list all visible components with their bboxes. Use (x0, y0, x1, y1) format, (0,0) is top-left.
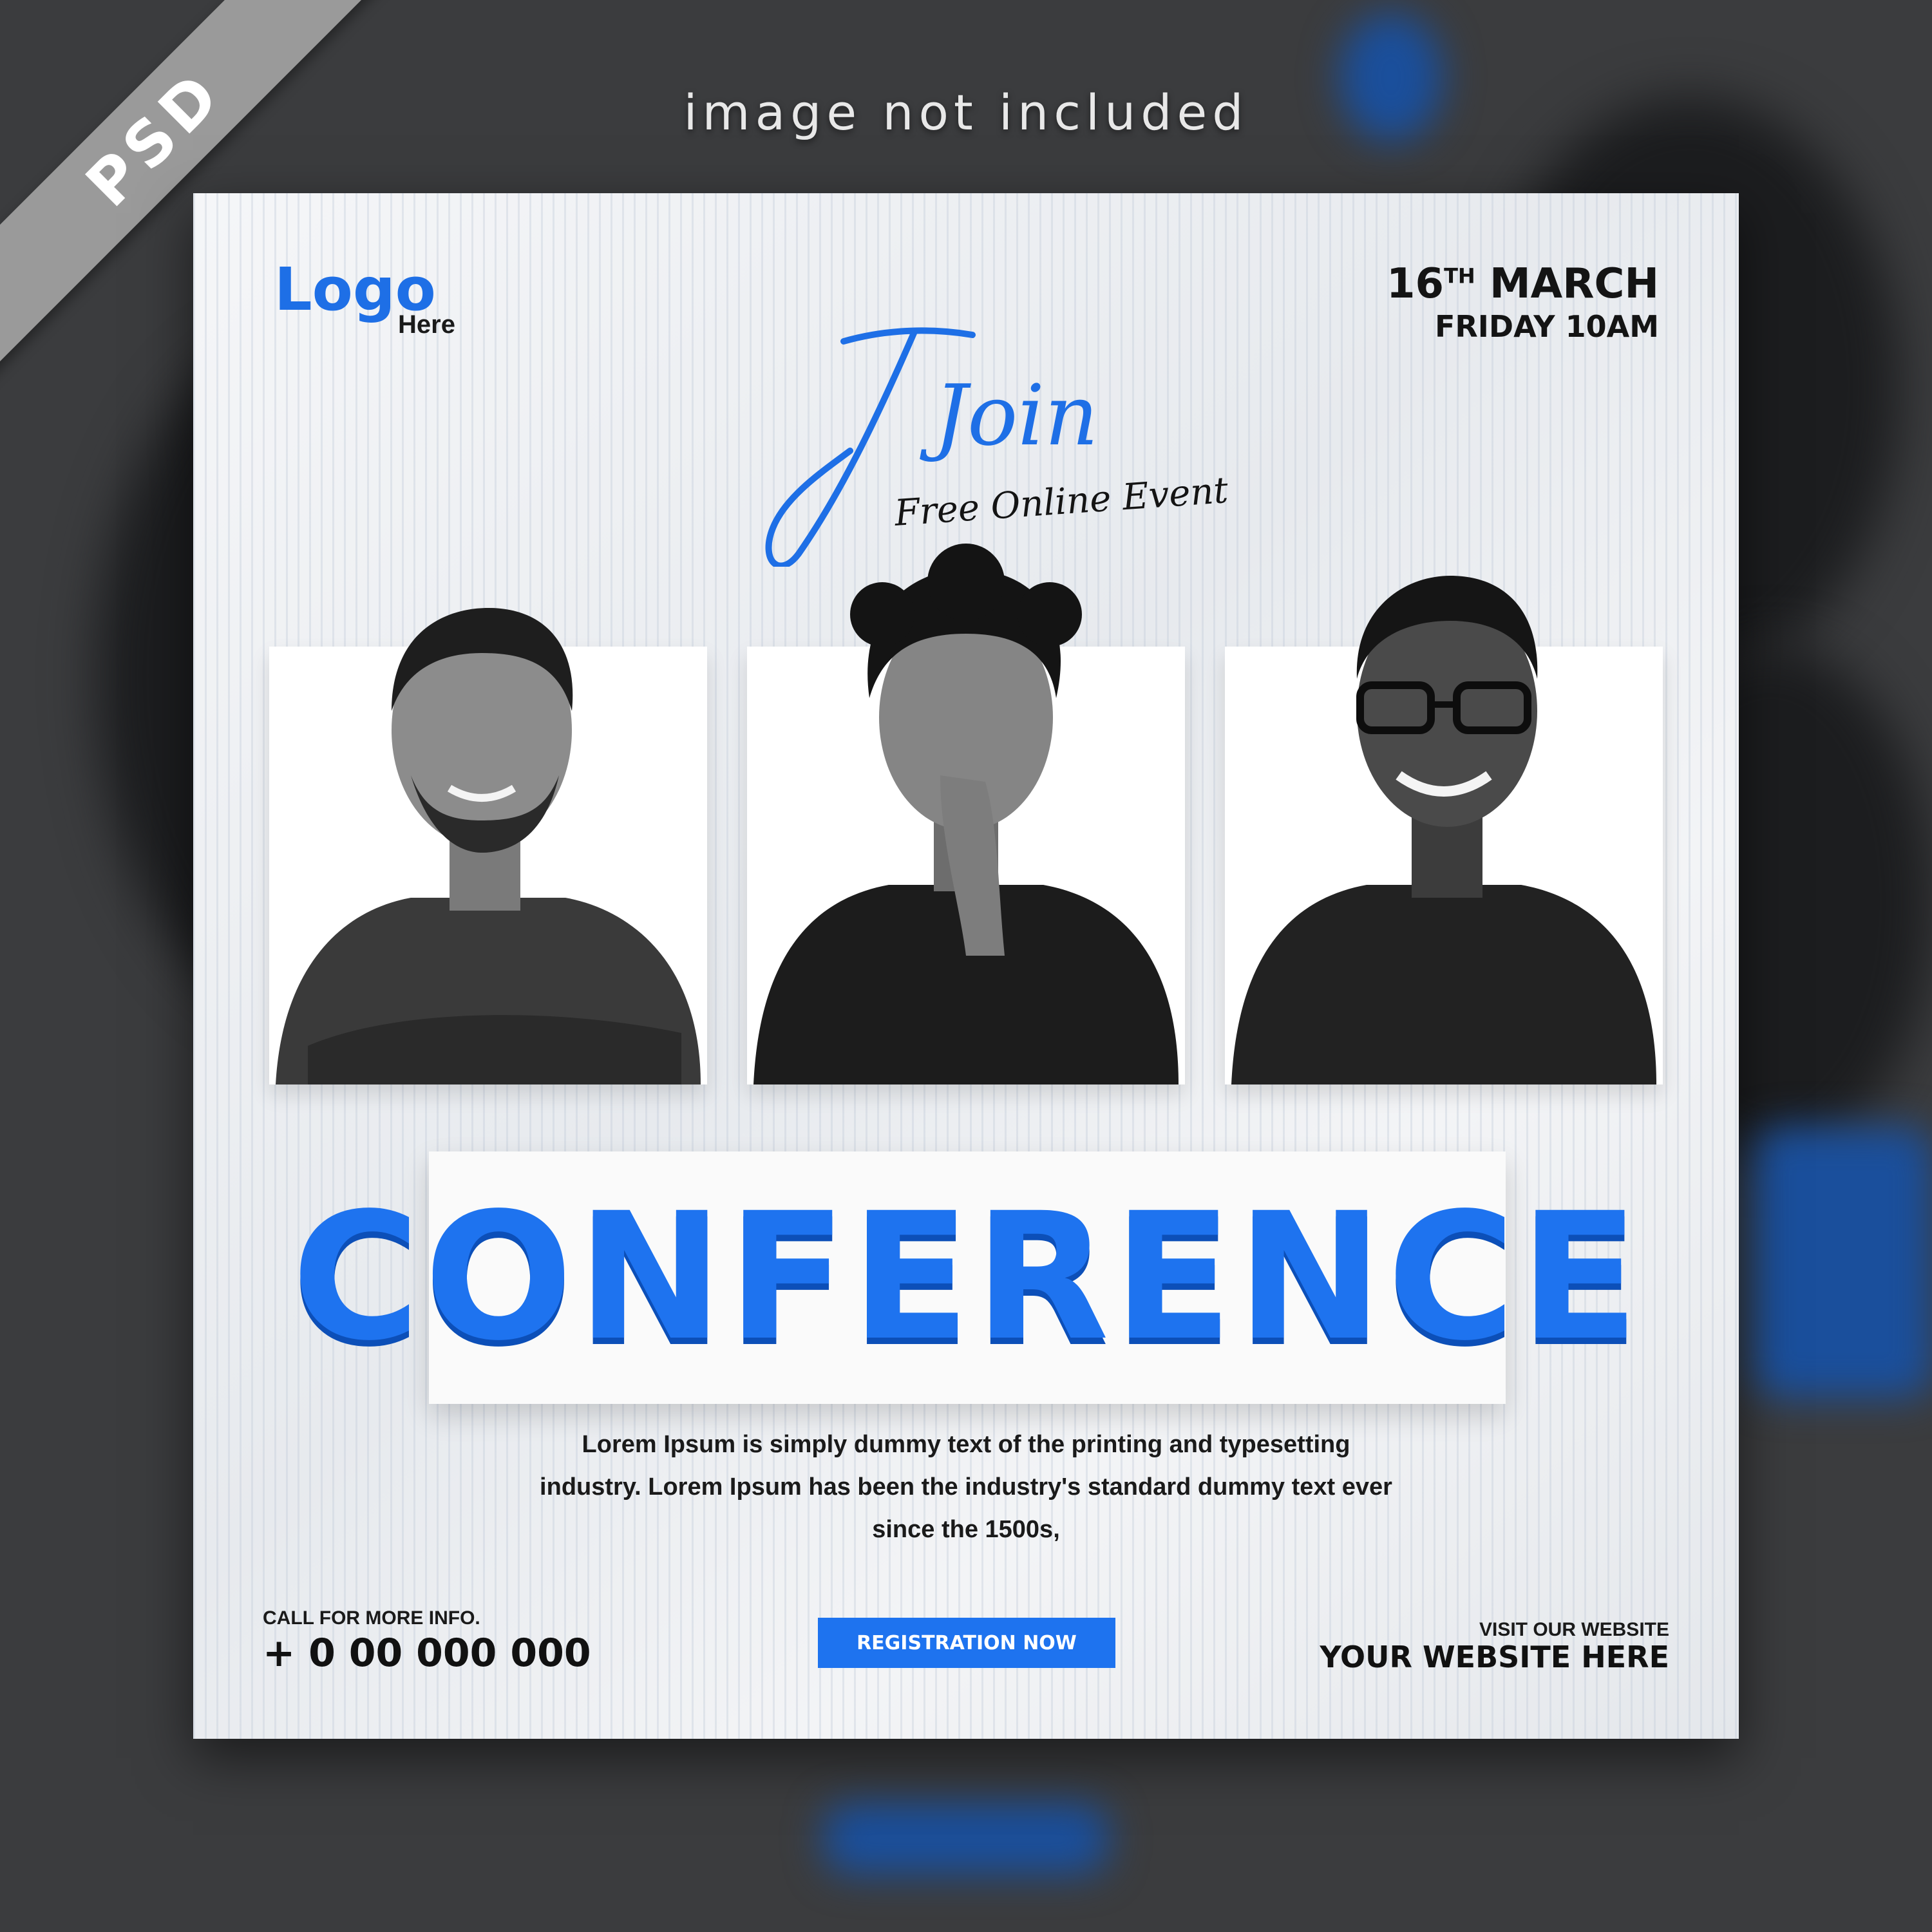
website-label: VISIT OUR WEBSITE (1479, 1619, 1669, 1640)
speaker-1-silhouette (276, 608, 701, 1084)
speaker-photo-1 (269, 608, 707, 1084)
date-day-suffix: TH (1444, 263, 1475, 289)
event-title: CONFERENCE (291, 1176, 1643, 1379)
contact-label: CALL FOR MORE INFO. (263, 1607, 480, 1629)
image-notice: image not included (683, 84, 1249, 141)
description-line-1: Lorem Ipsum is simply dummy text of the … (582, 1431, 1350, 1458)
join-text: Join (920, 366, 1099, 464)
event-description: Lorem Ipsum is simply dummy text of the … (464, 1423, 1468, 1551)
speaker-3-silhouette (1231, 576, 1656, 1084)
speaker-photo-2 (747, 544, 1185, 1084)
logo-subtext: Here (398, 310, 455, 339)
contact-phone[interactable]: + 0 00 000 000 (263, 1631, 591, 1676)
speaker-2-silhouette (753, 544, 1179, 1084)
speaker-photo-3 (1225, 576, 1663, 1084)
title-card: CONFERENCE (292, 1151, 1639, 1404)
conference-poster: Logo Here 16TH MARCH FRIDAY 10AM Join Fr… (193, 193, 1739, 1739)
description-line-3: since the 1500s, (872, 1516, 1060, 1543)
registration-button[interactable]: REGISTRATION NOW (818, 1618, 1115, 1668)
website-link[interactable]: YOUR WEBSITE HERE (1320, 1640, 1669, 1674)
description-line-2: industry. Lorem Ipsum has been the indus… (540, 1473, 1392, 1501)
date-month: MARCH (1489, 260, 1659, 308)
